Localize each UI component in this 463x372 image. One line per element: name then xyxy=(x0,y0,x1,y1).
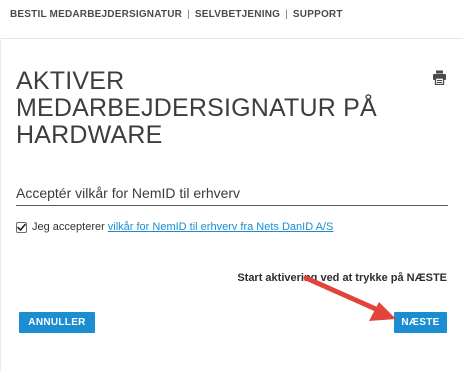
section-heading: Acceptér vilkår for NemID til erhverv xyxy=(16,185,241,201)
nav-separator: | xyxy=(285,9,288,20)
page-title-line-1: AKTIVER xyxy=(16,67,125,95)
nav-separator: | xyxy=(187,9,190,20)
checkmark-icon xyxy=(17,223,26,231)
nav-item-selvbetjening[interactable]: SELVBETJENING xyxy=(195,9,280,20)
page-title: AKTIVER MEDARBEJDERSIGNATUR PÅ HARDWARE xyxy=(16,68,416,149)
nav-item-support[interactable]: SUPPORT xyxy=(293,9,343,20)
next-button[interactable]: NÆSTE xyxy=(394,312,447,333)
top-navigation: BESTIL MEDARBEJDERSIGNATUR | SELVBETJENING… xyxy=(10,9,343,20)
terms-label: Jeg accepterer xyxy=(32,221,105,233)
page-title-line-3: HARDWARE xyxy=(16,121,163,149)
nav-item-bestil[interactable]: BESTIL MEDARBEJDERSIGNATUR xyxy=(10,9,182,20)
page-title-line-2: MEDARBEJDERSIGNATUR PÅ xyxy=(16,94,377,122)
header-divider xyxy=(0,38,463,39)
terms-link[interactable]: vilkår for NemID til erhverv fra Nets Da… xyxy=(108,221,334,233)
cancel-button[interactable]: ANNULLER xyxy=(19,312,95,333)
instruction-text: Start aktivering ved at trykke på NÆSTE xyxy=(237,272,447,284)
content-left-border xyxy=(0,38,1,372)
section-divider xyxy=(16,205,448,206)
terms-checkbox[interactable] xyxy=(16,221,27,233)
terms-row: Jeg accepterer vilkår for NemID til erhv… xyxy=(16,219,333,235)
print-icon[interactable] xyxy=(432,70,447,86)
